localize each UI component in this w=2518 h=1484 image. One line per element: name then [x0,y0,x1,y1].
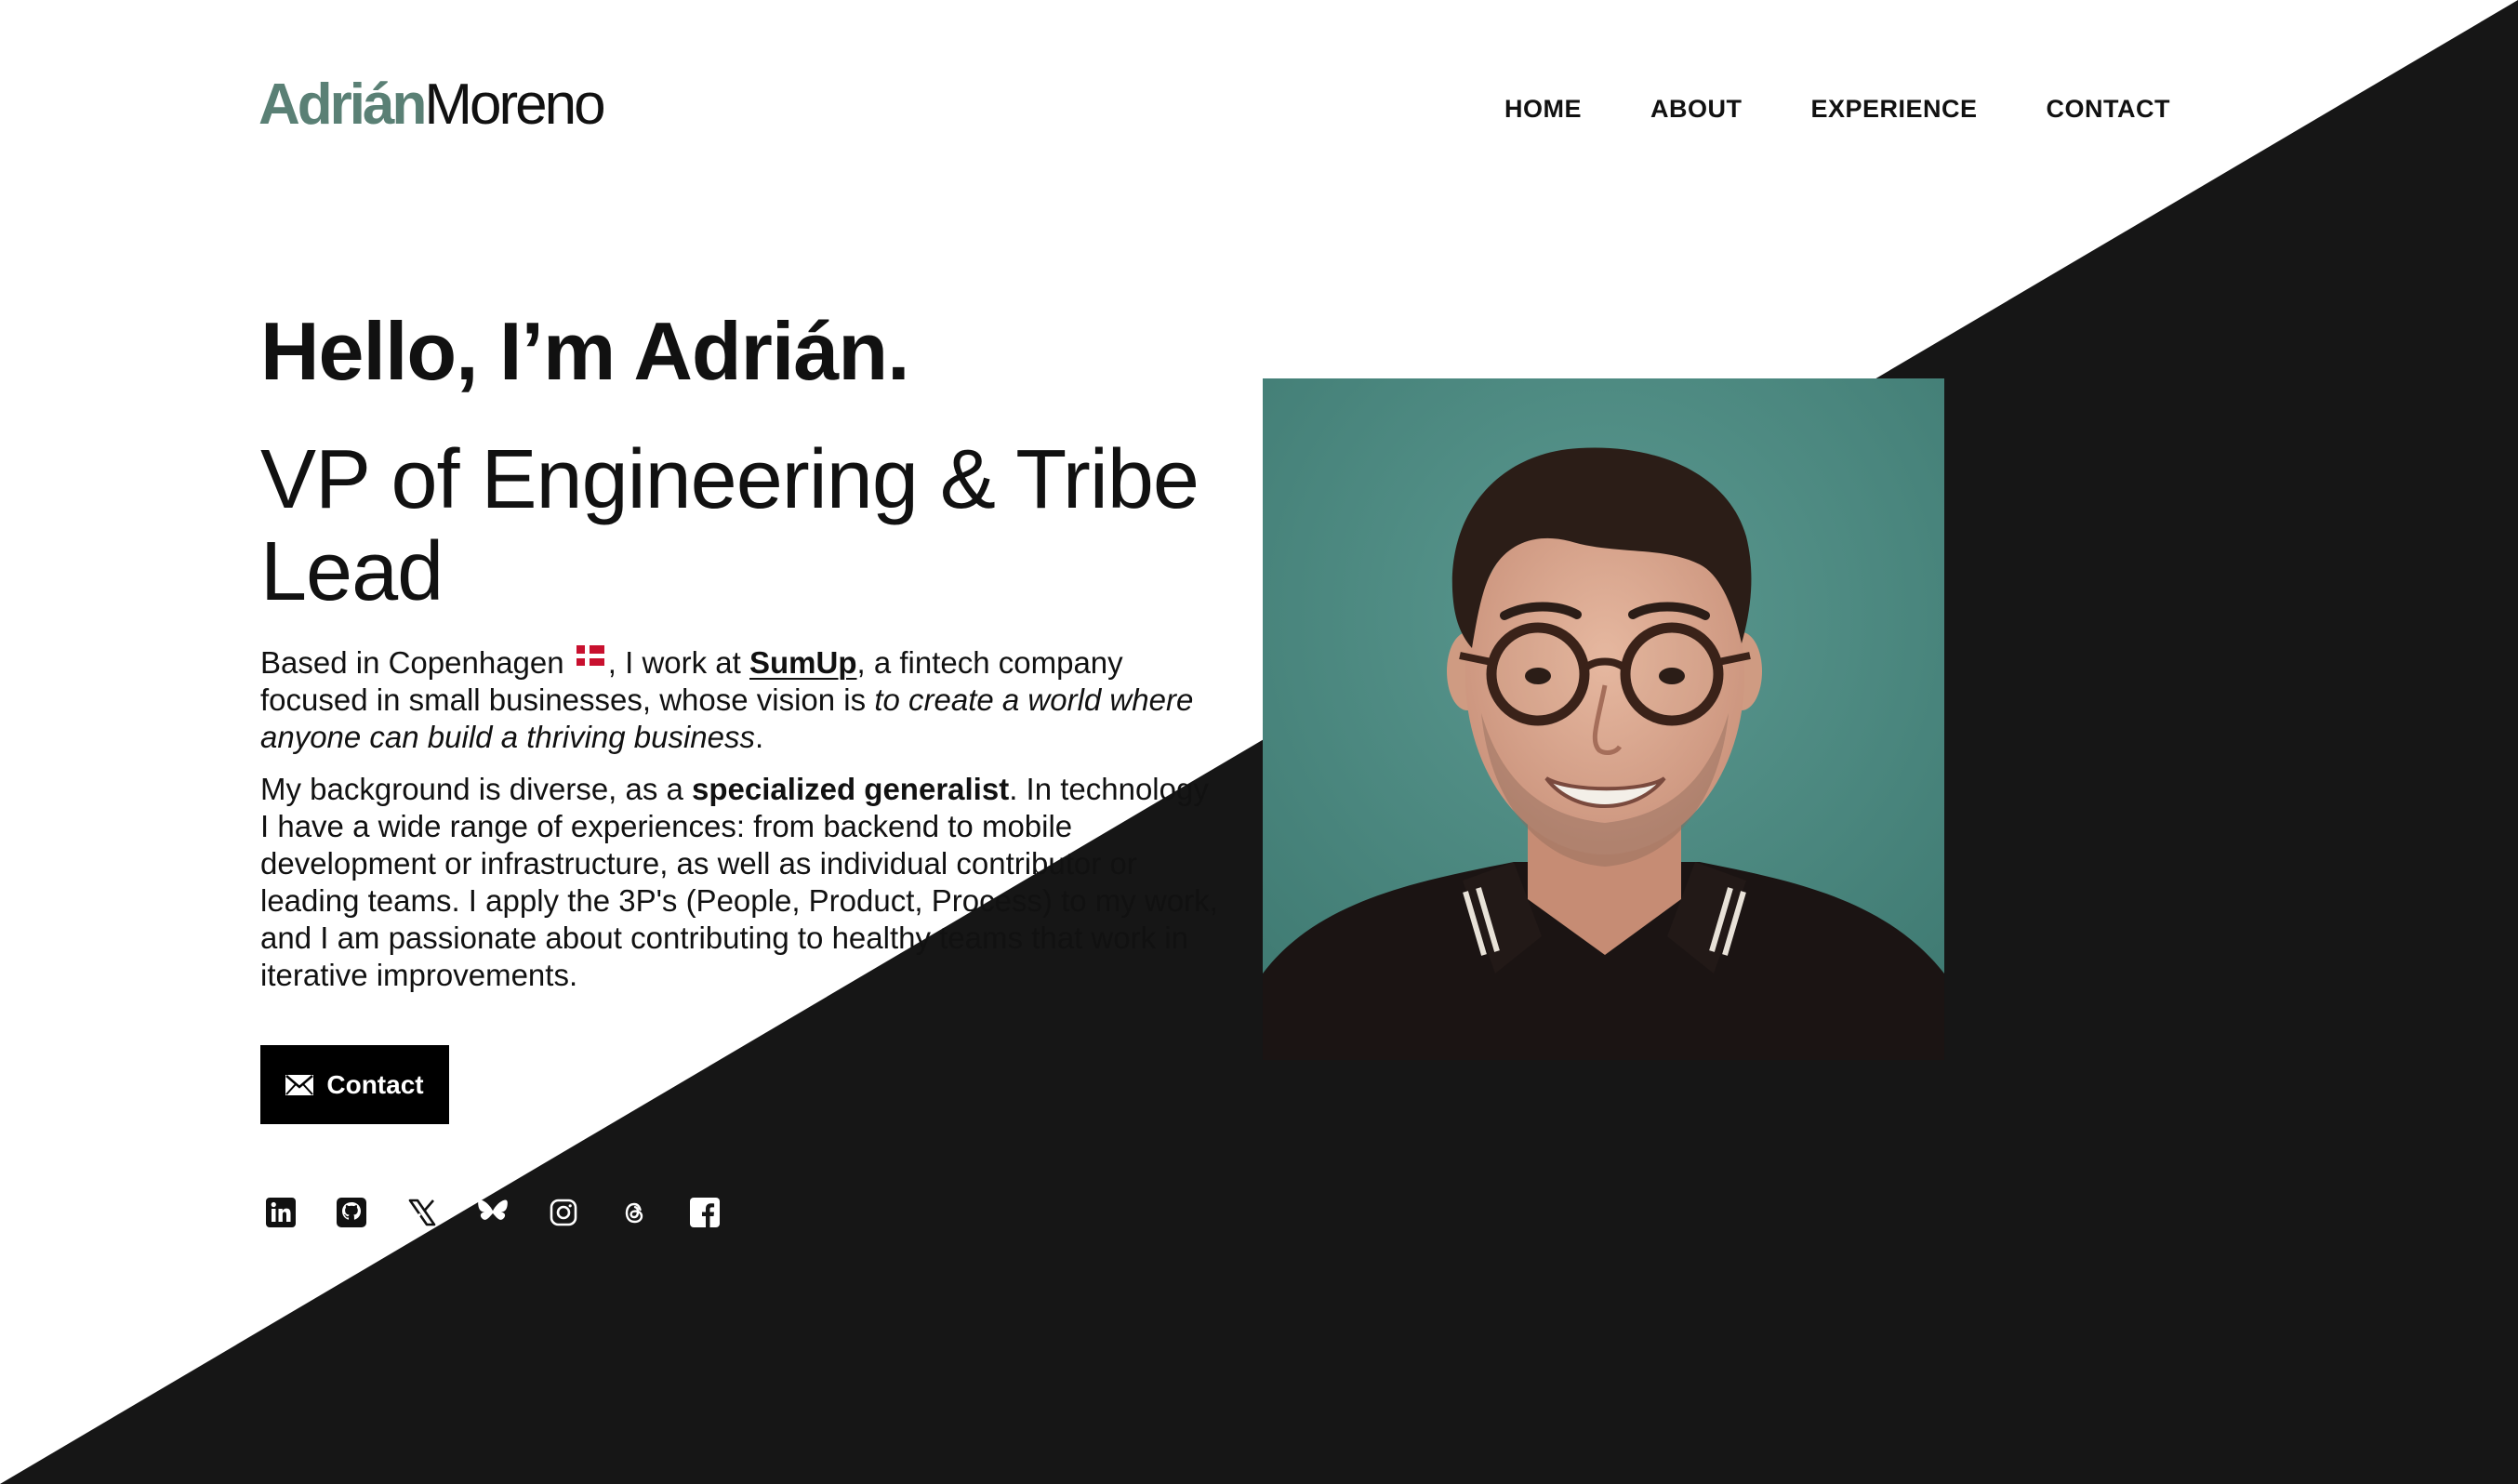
intro-text-4: . [755,719,764,754]
background-paragraph: My background is diverse, as a specializ… [260,771,1218,994]
intro-text-1: Based in Copenhagen [260,644,573,680]
instagram-icon[interactable] [548,1197,579,1228]
nav-home[interactable]: HOME [1504,95,1582,124]
github-icon[interactable] [336,1197,367,1228]
linkedin-icon[interactable] [265,1197,297,1228]
nav-about[interactable]: ABOUT [1650,95,1743,124]
page: AdriánMoreno HOME ABOUT EXPERIENCE CONTA… [0,0,2518,1484]
x-icon[interactable] [406,1197,438,1228]
facebook-icon[interactable] [689,1197,721,1228]
intro-text-2: , I work at [607,644,749,680]
background-text-1: My background is diverse, as a [260,771,693,806]
nav-contact[interactable]: CONTACT [2047,95,2170,124]
social-links [265,1197,721,1228]
logo-last-name: Moreno [424,73,605,137]
site-logo[interactable]: AdriánMoreno [258,73,606,137]
denmark-flag-icon [576,644,604,666]
intro-paragraph: Based in Copenhagen , I work at SumUp, a… [260,644,1218,756]
contact-button[interactable]: Contact [260,1045,449,1124]
hero-role: VP of Engineering & Tribe Lead [260,432,1199,618]
main-nav: HOME ABOUT EXPERIENCE CONTACT [1504,95,2170,124]
hero-section: Hello, I’m Adrián. VP of Engineering & T… [260,305,1227,994]
profile-photo [1263,378,1944,1060]
logo-first-name: Adrián [258,73,427,137]
background-highlight: specialized generalist [692,771,1010,806]
envelope-icon [285,1074,314,1095]
hero-greeting: Hello, I’m Adrián. [260,305,910,397]
contact-button-label: Contact [326,1069,424,1099]
threads-icon[interactable] [618,1197,650,1228]
bluesky-icon[interactable] [477,1197,509,1228]
sumup-link[interactable]: SumUp [749,645,857,680]
nav-experience[interactable]: EXPERIENCE [1810,95,1977,124]
